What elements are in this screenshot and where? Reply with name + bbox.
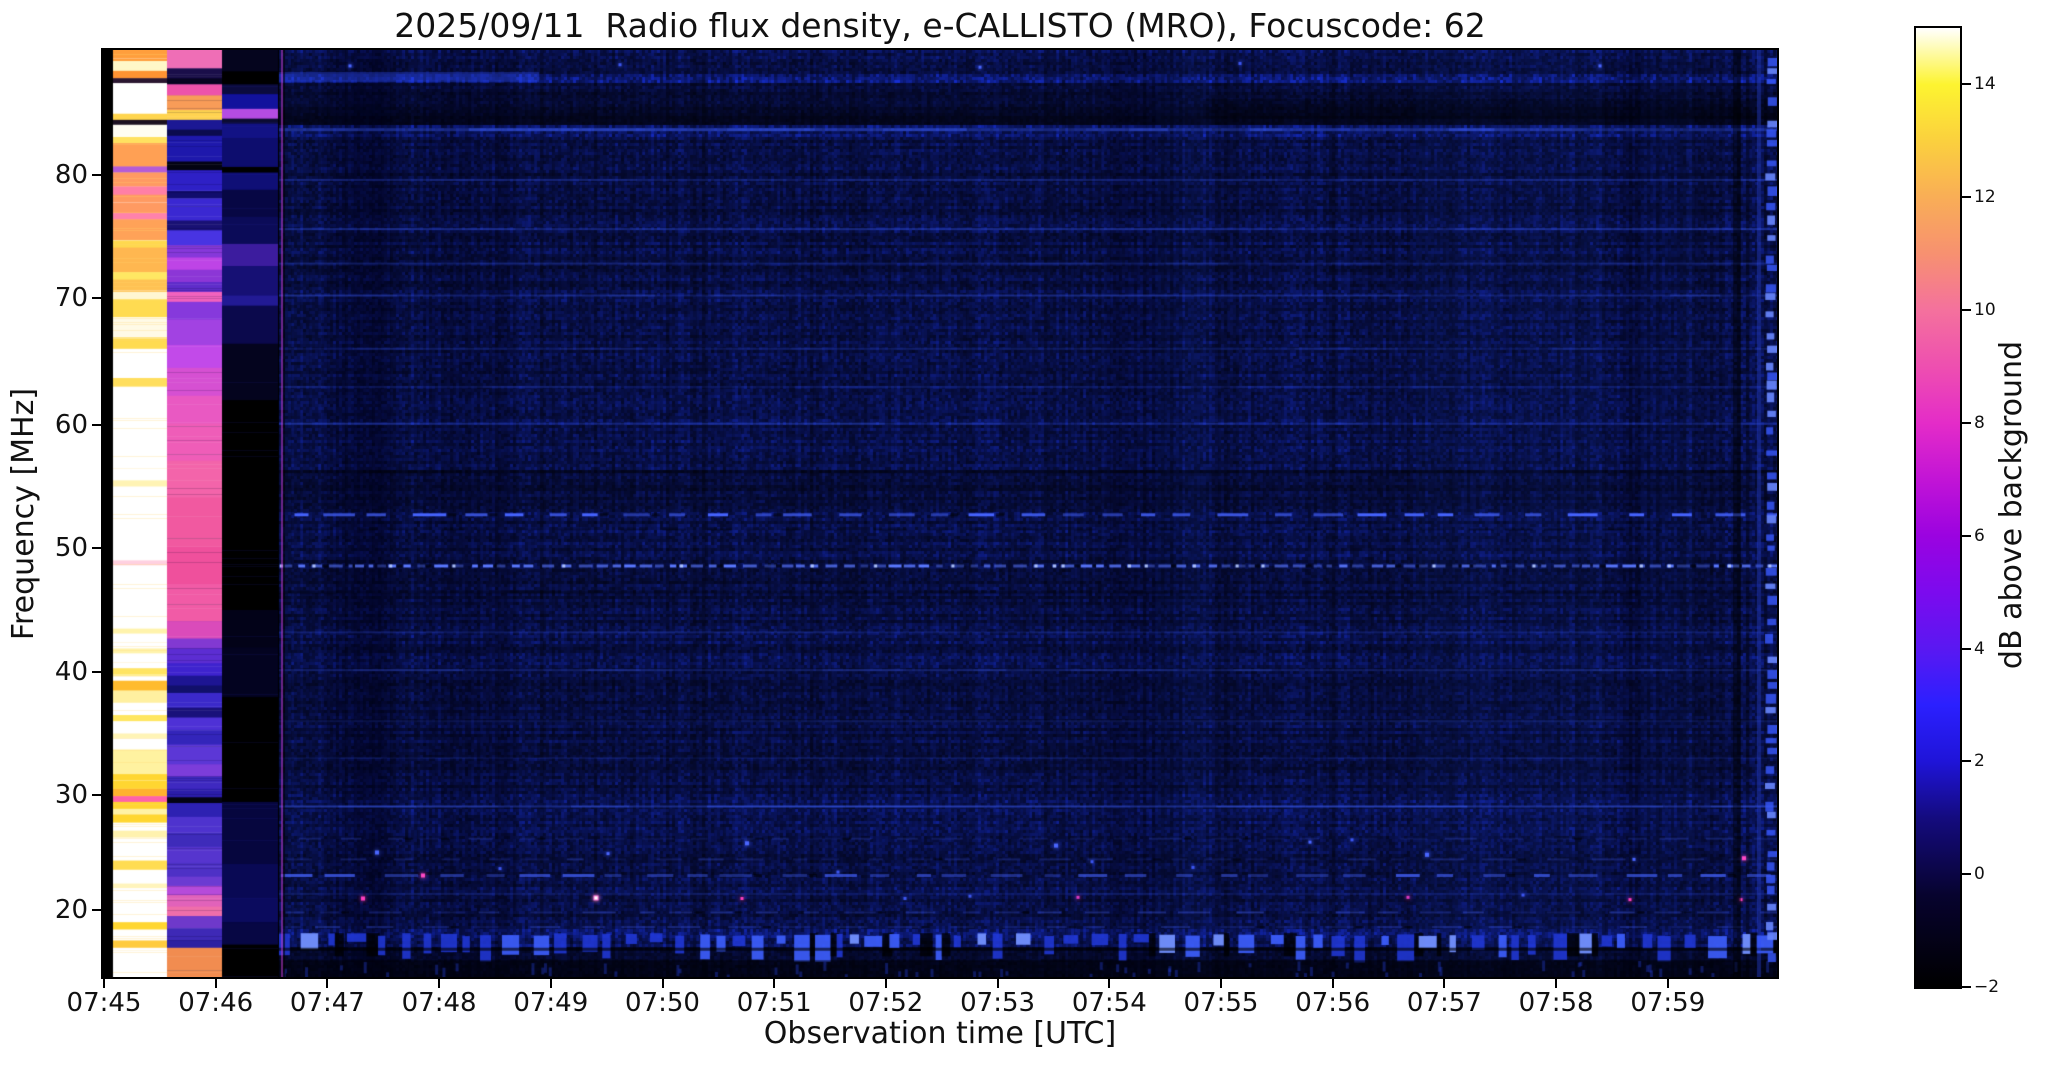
x-tick-label: 07:52 <box>848 988 923 1018</box>
colorbar-tick-label: 6 <box>1974 525 1985 547</box>
y-tick-mark <box>92 297 103 299</box>
x-tick-label: 07:45 <box>67 988 142 1018</box>
x-tick-label: 07:54 <box>1072 988 1147 1018</box>
x-tick-mark <box>773 979 775 988</box>
colorbar-tick-label: 8 <box>1974 412 1985 434</box>
x-tick-mark <box>550 979 552 988</box>
x-tick-label: 07:48 <box>402 988 477 1018</box>
colorbar-gradient <box>1916 28 1960 987</box>
x-tick-label: 07:51 <box>737 988 812 1018</box>
x-tick-mark <box>215 979 217 988</box>
colorbar-tick-label: 14 <box>1974 73 1996 95</box>
x-tick-label: 07:47 <box>290 988 365 1018</box>
colorbar-tick-mark <box>1962 196 1971 198</box>
colorbar-tick-label: 10 <box>1974 299 1996 321</box>
y-axis-label: Frequency [MHz] <box>6 264 42 764</box>
y-tick-mark <box>92 909 103 911</box>
x-tick-mark <box>997 979 999 988</box>
x-tick-mark <box>326 979 328 988</box>
plot-frame <box>101 48 1779 979</box>
colorbar-label: dB above background <box>1994 305 2030 705</box>
y-tick-label: 20 <box>0 895 88 925</box>
y-tick-mark <box>92 547 103 549</box>
x-tick-mark <box>1443 979 1445 988</box>
x-tick-label: 07:56 <box>1295 988 1370 1018</box>
colorbar-tick-mark <box>1962 309 1971 311</box>
x-axis-label: Observation time [UTC] <box>640 1016 1240 1051</box>
colorbar-tick-label: 2 <box>1974 750 1985 772</box>
colorbar-tick-label: 4 <box>1974 638 1985 660</box>
x-tick-mark <box>438 979 440 988</box>
colorbar-tick-mark <box>1962 760 1971 762</box>
spectrogram-canvas <box>103 50 1777 977</box>
colorbar-tick-label: 12 <box>1974 186 1996 208</box>
y-tick-label: 80 <box>0 160 88 190</box>
x-tick-label: 07:46 <box>178 988 253 1018</box>
chart-title: 2025/09/11 Radio flux density, e-CALLIST… <box>340 6 1540 45</box>
colorbar-tick-mark <box>1962 422 1971 424</box>
y-tick-mark <box>92 424 103 426</box>
x-tick-mark <box>662 979 664 988</box>
x-tick-mark <box>1332 979 1334 988</box>
x-tick-mark <box>1108 979 1110 988</box>
y-tick-mark <box>92 671 103 673</box>
colorbar-tick-label: 0 <box>1974 863 1985 885</box>
y-tick-mark <box>92 794 103 796</box>
y-tick-label: 30 <box>0 780 88 810</box>
colorbar-tick-mark <box>1962 535 1971 537</box>
colorbar-tick-label: −2 <box>1974 976 1999 998</box>
y-tick-mark <box>92 174 103 176</box>
x-tick-mark <box>103 979 105 988</box>
x-tick-label: 07:59 <box>1630 988 1705 1018</box>
x-tick-mark <box>885 979 887 988</box>
x-tick-mark <box>1220 979 1222 988</box>
x-tick-label: 07:55 <box>1184 988 1259 1018</box>
colorbar-tick-mark <box>1962 648 1971 650</box>
x-tick-label: 07:49 <box>513 988 588 1018</box>
x-tick-label: 07:53 <box>960 988 1035 1018</box>
figure: 2025/09/11 Radio flux density, e-CALLIST… <box>0 0 2047 1067</box>
x-tick-mark <box>1555 979 1557 988</box>
x-tick-label: 07:50 <box>625 988 700 1018</box>
x-tick-mark <box>1667 979 1669 988</box>
x-tick-label: 07:57 <box>1407 988 1482 1018</box>
colorbar-tick-mark <box>1962 986 1971 988</box>
colorbar-tick-mark <box>1962 83 1971 85</box>
x-tick-label: 07:58 <box>1519 988 1594 1018</box>
colorbar <box>1914 26 1962 989</box>
colorbar-tick-mark <box>1962 873 1971 875</box>
